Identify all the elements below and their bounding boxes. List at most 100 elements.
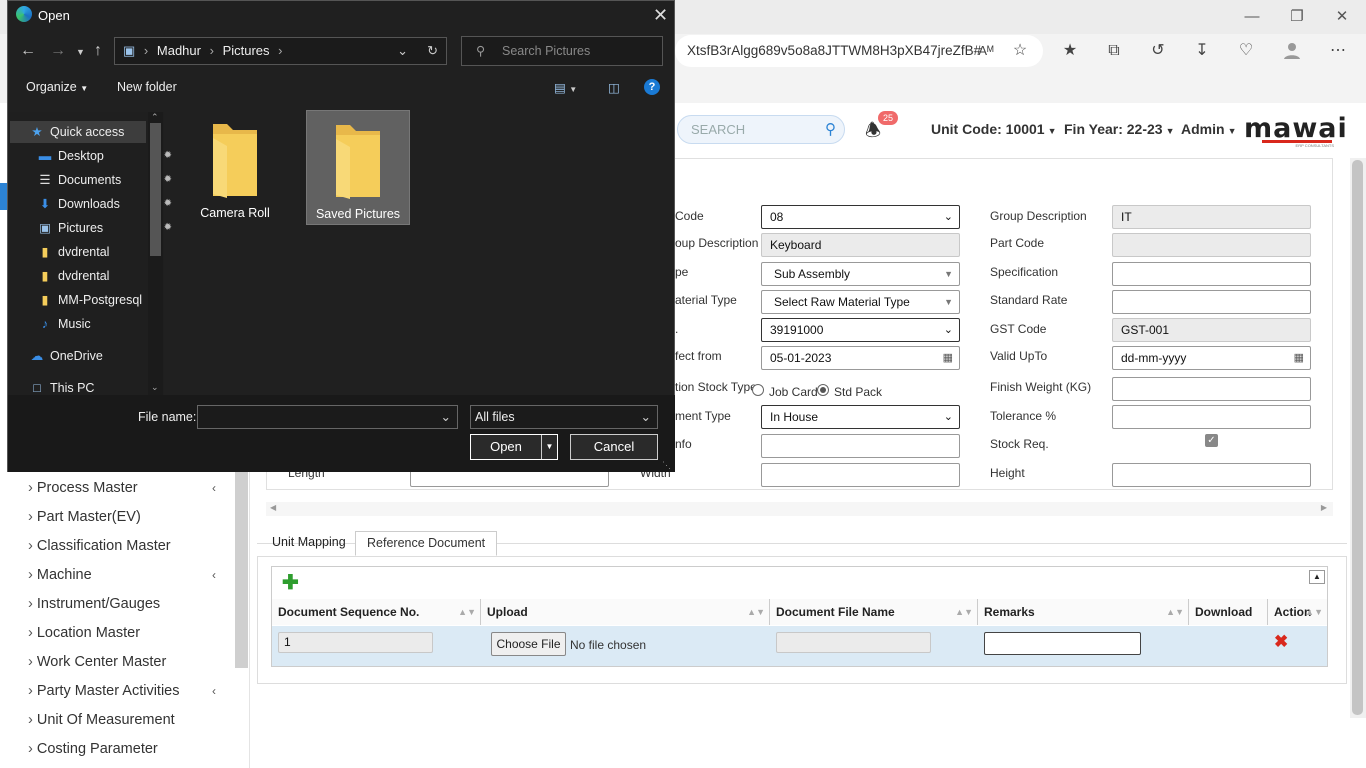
form-horizontal-scrollbar[interactable]: ◀ ▶ — [266, 502, 1333, 516]
file-type-select[interactable]: All files ⌄ — [470, 405, 658, 429]
forward-icon[interactable]: → — [50, 42, 66, 60]
sidebar-item-instrument-gauges[interactable]: › Instrument/Gauges — [28, 596, 160, 612]
add-row-icon[interactable]: ✚ — [282, 570, 299, 595]
restore-icon[interactable]: ❐ — [1277, 6, 1317, 28]
sort-icon[interactable]: ▲▼ — [955, 599, 973, 625]
column-header-remarks[interactable]: Remarks ▲▼ — [978, 599, 1189, 625]
calendar-icon[interactable]: ▦ — [943, 347, 953, 369]
finish-weight-input[interactable] — [1112, 377, 1311, 401]
scroll-right-icon[interactable]: ▶ — [1321, 503, 1327, 512]
sidebar-scrollbar[interactable] — [235, 472, 248, 668]
scroll-down-icon[interactable]: ⌄ — [151, 382, 159, 393]
favorites-icon[interactable]: ★ — [1058, 40, 1082, 62]
downloads-icon[interactable]: ↧ — [1190, 40, 1214, 62]
history-icon[interactable]: ↺ — [1146, 40, 1170, 62]
remarks-input[interactable] — [984, 632, 1141, 655]
column-header-file-name[interactable]: Document File Name ▲▼ — [770, 599, 978, 625]
cancel-button[interactable]: Cancel — [570, 434, 658, 460]
chevron-down-icon[interactable]: ⌄ — [441, 406, 451, 428]
raw-material-type-select[interactable]: Select Raw Material Type ▼ — [761, 290, 960, 314]
recent-locations-icon[interactable]: ▼ — [76, 47, 85, 57]
help-icon[interactable]: ? — [644, 79, 660, 95]
sidebar-item-unit-of-measurement[interactable]: › Unit Of Measurement — [28, 712, 175, 728]
folder-camera-roll[interactable]: Camera Roll — [183, 110, 287, 225]
chevron-left-icon[interactable]: ‹ — [212, 684, 216, 698]
breadcrumb[interactable]: ▣ › Madhur › Pictures › ⌄ ↻ — [114, 37, 447, 65]
profile-icon[interactable] — [1280, 40, 1304, 62]
column-header-action[interactable]: Action ▲▼ — [1268, 599, 1327, 625]
height-input[interactable] — [1112, 463, 1311, 487]
job-card-radio[interactable] — [752, 384, 764, 396]
info-input[interactable] — [761, 434, 960, 458]
breadcrumb-dropdown-icon[interactable]: ⌄ — [397, 38, 408, 64]
column-header-download[interactable]: Download — [1189, 599, 1268, 625]
refresh-icon[interactable]: ↻ — [427, 38, 438, 64]
sort-icon[interactable]: ▲▼ — [1166, 599, 1184, 625]
sidebar-item-machine[interactable]: › Machine — [28, 567, 92, 583]
sidebar-item-location-master[interactable]: › Location Master — [28, 625, 140, 641]
breadcrumb-item[interactable]: Madhur — [157, 43, 201, 58]
calendar-icon[interactable]: ▦ — [1294, 347, 1304, 369]
open-dropdown-icon[interactable]: ▼ — [541, 435, 557, 459]
specification-input[interactable] — [1112, 262, 1311, 286]
tolerance-input[interactable] — [1112, 405, 1311, 429]
search-input[interactable]: SEARCH ⚲ — [677, 115, 845, 144]
view-options-icon[interactable]: ▤ ▼ — [554, 80, 577, 95]
dialog-search-input[interactable]: ⚲ Search Pictures — [461, 36, 663, 66]
sidebar-item-part-master-ev[interactable]: › Part Master(EV) — [28, 509, 141, 525]
sidebar-item-party-master-activities[interactable]: › Party Master Activities — [28, 683, 179, 699]
collections-icon[interactable]: ⧉ — [1102, 40, 1126, 62]
page-scrollbar-thumb[interactable] — [1352, 160, 1363, 715]
group-code-select[interactable]: 08 ⌄ — [761, 205, 960, 229]
add-favorite-icon[interactable]: ☆ — [1008, 40, 1032, 62]
hsn-select[interactable]: 39191000 ⌄ — [761, 318, 960, 342]
procurement-type-select[interactable]: In House ⌄ — [761, 405, 960, 429]
sidebar-item-process-master[interactable]: › Process Master — [28, 480, 138, 496]
sidebar-item-work-center-master[interactable]: › Work Center Master — [28, 654, 166, 670]
new-folder-button[interactable]: New folder — [117, 80, 177, 94]
read-aloud-icon[interactable]: Aᴹ — [974, 40, 998, 62]
nav-item-quick-access[interactable]: ★ Quick access — [10, 121, 146, 143]
column-header-upload[interactable]: Upload ▲▼ — [481, 599, 770, 625]
up-folder-icon[interactable]: ↑ — [94, 42, 102, 60]
tab-unit-mapping[interactable]: Unit Mapping — [261, 531, 357, 556]
column-header-sequence[interactable]: Document Sequence No. ▲▼ — [272, 599, 481, 625]
back-icon[interactable]: ← — [20, 42, 36, 60]
width-input[interactable] — [761, 463, 960, 487]
open-button[interactable]: Open ▼ — [470, 434, 558, 460]
organize-button[interactable]: Organize ▼ — [26, 80, 88, 94]
valid-upto-date[interactable]: dd-mm-yyyy ▦ — [1112, 346, 1311, 370]
sort-icon[interactable]: ▲▼ — [747, 599, 765, 625]
scroll-left-icon[interactable]: ◀ — [270, 503, 276, 512]
sequence-input[interactable]: 1 — [278, 632, 433, 653]
preview-pane-icon[interactable]: ◫ — [608, 80, 620, 95]
breadcrumb-item[interactable]: Pictures — [223, 43, 270, 58]
nav-pane-scroll-thumb[interactable] — [150, 123, 161, 256]
folder-saved-pictures[interactable]: Saved Pictures — [306, 110, 410, 225]
resize-grip-icon[interactable]: ⋱ — [662, 460, 671, 471]
chevron-left-icon[interactable]: ‹ — [212, 568, 216, 582]
chevron-left-icon[interactable]: ‹ — [212, 481, 216, 495]
minimize-icon[interactable]: — — [1232, 6, 1272, 28]
search-icon[interactable]: ⚲ — [825, 116, 836, 143]
user-dropdown[interactable]: Admin ▼ — [1181, 121, 1236, 137]
sidebar-item-classification-master[interactable]: › Classification Master — [28, 538, 171, 554]
file-name-input[interactable]: ⌄ — [197, 405, 458, 429]
choose-file-button[interactable]: Choose File — [491, 632, 566, 656]
close-icon[interactable]: ✕ — [1322, 6, 1362, 28]
more-icon[interactable]: ⋯ — [1326, 40, 1350, 62]
sort-icon[interactable]: ▲▼ — [1305, 599, 1323, 625]
std-pack-radio[interactable] — [817, 384, 829, 396]
stock-req-checkbox[interactable]: ✓ — [1205, 434, 1218, 447]
standard-rate-input[interactable] — [1112, 290, 1311, 314]
tab-reference-document[interactable]: Reference Document — [355, 531, 498, 556]
type-select[interactable]: Sub Assembly ▼ — [761, 262, 960, 286]
scroll-up-icon[interactable]: ⌃ — [151, 112, 159, 123]
unit-code-dropdown[interactable]: Unit Code: 10001 ▼ — [931, 121, 1057, 137]
sort-icon[interactable]: ▲▼ — [458, 599, 476, 625]
collapse-icon[interactable]: ▲ — [1309, 570, 1325, 584]
effect-from-date[interactable]: 05-01-2023 ▦ — [761, 346, 960, 370]
fin-year-dropdown[interactable]: Fin Year: 22-23 ▼ — [1064, 121, 1175, 137]
dialog-close-icon[interactable]: ✕ — [653, 5, 668, 26]
sidebar-item-costing-parameter[interactable]: › Costing Parameter — [28, 741, 158, 757]
